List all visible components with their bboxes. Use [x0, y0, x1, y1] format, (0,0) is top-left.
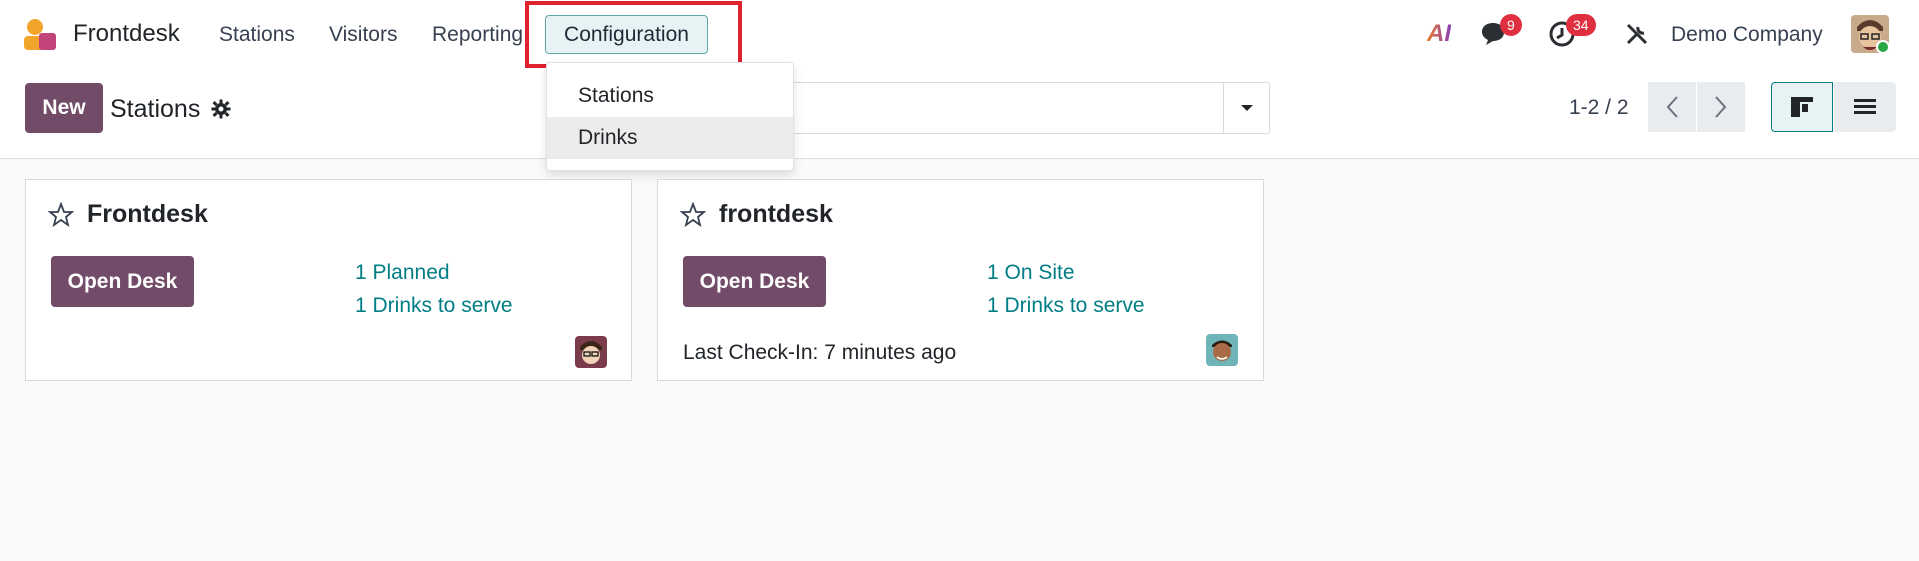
- card-title: frontdesk: [719, 200, 833, 228]
- open-desk-button[interactable]: Open Desk: [683, 256, 826, 307]
- control-panel: New Stations 1-2 / 2: [0, 70, 1919, 159]
- caret-down-icon: [1241, 105, 1253, 111]
- menu-stations[interactable]: Stations: [219, 23, 295, 47]
- drinks-to-serve-link[interactable]: 1 Drinks to serve: [987, 294, 1145, 318]
- menu-reporting[interactable]: Reporting: [432, 23, 523, 47]
- card-avatar: [575, 336, 607, 368]
- chevron-left-icon: [1666, 96, 1678, 118]
- ai-icon[interactable]: AI: [1427, 20, 1451, 48]
- kanban-view-button[interactable]: [1771, 82, 1833, 132]
- page-title: Stations: [110, 95, 201, 123]
- last-checkin-text: Last Check-In: 7 minutes ago: [683, 341, 957, 364]
- configuration-dropdown: Stations Drinks: [546, 62, 794, 171]
- pager-next-button[interactable]: [1697, 82, 1745, 132]
- new-button[interactable]: New: [25, 83, 103, 133]
- on-site-count-link[interactable]: 1 On Site: [987, 261, 1075, 285]
- planned-count-link[interactable]: 1 Planned: [355, 261, 450, 285]
- station-card[interactable]: frontdesk Open Desk 1 On Site 1 Drinks t…: [657, 179, 1264, 381]
- card-avatar: [1206, 334, 1238, 366]
- company-switcher[interactable]: Demo Company: [1671, 23, 1823, 47]
- dropdown-item-stations[interactable]: Stations: [547, 75, 793, 117]
- online-status-dot: [1876, 40, 1890, 54]
- open-desk-button[interactable]: Open Desk: [51, 256, 194, 307]
- debug-tools-icon[interactable]: [1625, 22, 1649, 46]
- list-icon: [1854, 99, 1876, 114]
- top-navbar: Frontdesk Stations Visitors Reporting Co…: [0, 0, 1919, 70]
- drinks-to-serve-link[interactable]: 1 Drinks to serve: [355, 294, 513, 318]
- app-name[interactable]: Frontdesk: [73, 20, 180, 48]
- station-card[interactable]: Frontdesk Open Desk 1 Planned 1 Drinks t…: [25, 179, 632, 381]
- pager-value[interactable]: 1-2 / 2: [1569, 96, 1629, 120]
- chevron-right-icon: [1715, 96, 1727, 118]
- star-icon[interactable]: [48, 202, 74, 228]
- star-icon[interactable]: [680, 202, 706, 228]
- kanban-icon: [1791, 97, 1813, 117]
- messages-badge: 9: [1500, 14, 1522, 36]
- pager-previous-button[interactable]: [1648, 82, 1696, 132]
- dropdown-item-drinks[interactable]: Drinks: [547, 117, 793, 159]
- search-options-toggle[interactable]: [1223, 82, 1270, 134]
- frontdesk-app-icon[interactable]: [22, 18, 58, 52]
- card-title: Frontdesk: [87, 200, 208, 228]
- activities-badge: 34: [1566, 14, 1596, 36]
- list-view-button[interactable]: [1834, 82, 1896, 132]
- gear-icon[interactable]: [211, 99, 231, 119]
- highlight-annotation: [525, 1, 742, 68]
- menu-visitors[interactable]: Visitors: [329, 23, 397, 47]
